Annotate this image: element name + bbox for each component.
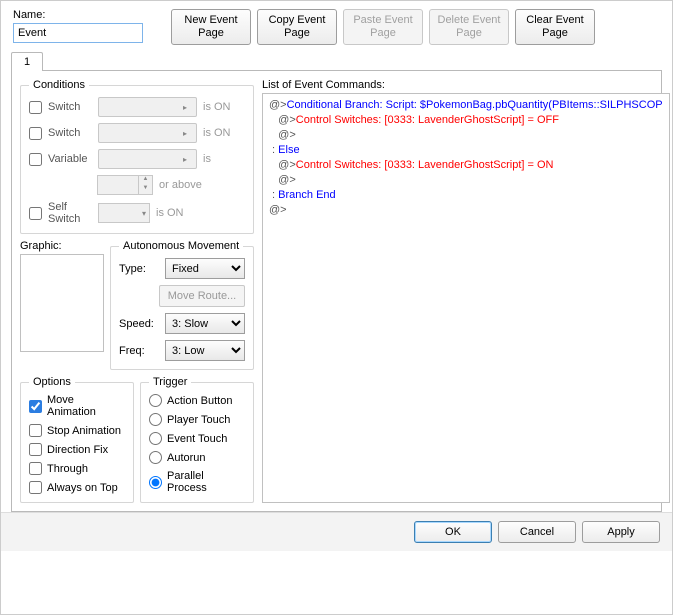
trigger-event-touch-radio[interactable] <box>149 432 162 445</box>
stop-animation-checkbox[interactable] <box>29 424 42 437</box>
options-group: Options Move Animation Stop Animation Di… <box>20 376 134 503</box>
trigger-parallel-radio[interactable] <box>149 476 162 489</box>
variable-value-spinner: ▲▼ <box>97 175 153 195</box>
trigger-player-touch-radio[interactable] <box>149 413 162 426</box>
selfswitch-label: Self Switch <box>48 201 92 225</box>
variable-label: Variable <box>48 153 92 165</box>
direction-fix-checkbox[interactable] <box>29 443 42 456</box>
paste-event-page-button: Paste Event Page <box>343 9 423 45</box>
name-label: Name: <box>13 9 143 21</box>
selfswitch-combo: ▾ <box>98 203 150 223</box>
trigger-group: Trigger Action Button Player Touch Event… <box>140 376 254 503</box>
copy-event-page-button[interactable]: Copy Event Page <box>257 9 337 45</box>
conditions-legend: Conditions <box>29 79 89 91</box>
move-freq-select[interactable]: 3: Low <box>165 340 245 361</box>
apply-button[interactable]: Apply <box>582 521 660 543</box>
switch2-combo: ▸ <box>98 123 197 143</box>
variable-combo: ▸ <box>98 149 197 169</box>
switch1-label: Switch <box>48 101 92 113</box>
command-list-label: List of Event Commands: <box>262 79 670 91</box>
ok-button[interactable]: OK <box>414 521 492 543</box>
graphic-label: Graphic: <box>20 240 104 252</box>
selfswitch-checkbox[interactable] <box>29 207 42 220</box>
variable-checkbox[interactable] <box>29 153 42 166</box>
cancel-button[interactable]: Cancel <box>498 521 576 543</box>
clear-event-page-button[interactable]: Clear Event Page <box>515 9 595 45</box>
switch2-label: Switch <box>48 127 92 139</box>
autonomous-movement-group: Autonomous Movement Type: Fixed Move Rou… <box>110 240 254 370</box>
through-checkbox[interactable] <box>29 462 42 475</box>
move-type-select[interactable]: Fixed <box>165 258 245 279</box>
new-event-page-button[interactable]: New Event Page <box>171 9 251 45</box>
tab-1[interactable]: 1 <box>11 52 43 71</box>
conditions-group: Conditions Switch ▸ is ON Switch ▸ is ON <box>20 79 254 234</box>
move-route-button: Move Route... <box>159 285 245 307</box>
trigger-autorun-radio[interactable] <box>149 451 162 464</box>
name-input[interactable] <box>13 23 143 43</box>
graphic-preview[interactable] <box>20 254 104 352</box>
event-command-list[interactable]: @>Conditional Branch: Script: $PokemonBa… <box>262 93 670 503</box>
always-on-top-checkbox[interactable] <box>29 481 42 494</box>
move-animation-checkbox[interactable] <box>29 400 42 413</box>
switch1-checkbox[interactable] <box>29 101 42 114</box>
switch2-checkbox[interactable] <box>29 127 42 140</box>
delete-event-page-button: Delete Event Page <box>429 9 509 45</box>
trigger-action-button-radio[interactable] <box>149 394 162 407</box>
switch1-combo: ▸ <box>98 97 197 117</box>
move-speed-select[interactable]: 3: Slow <box>165 313 245 334</box>
